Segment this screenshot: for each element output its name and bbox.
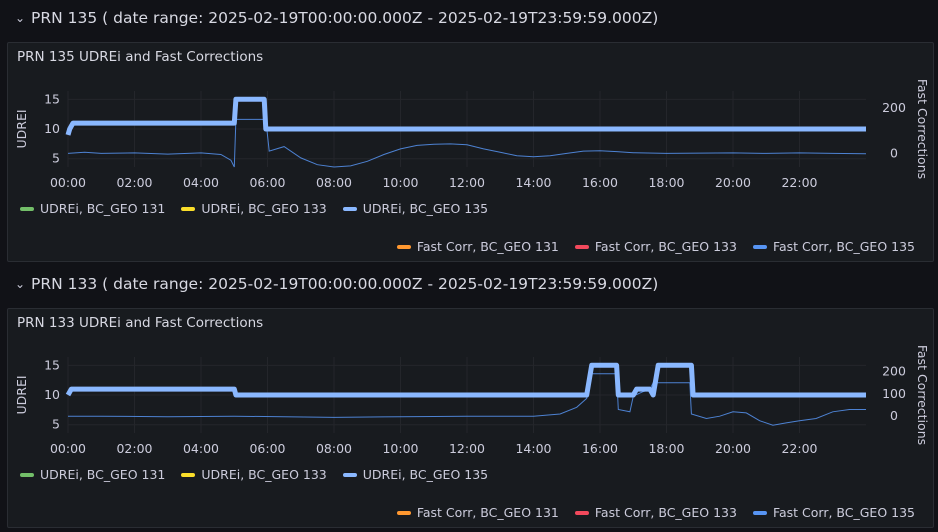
y-tick-label: 5	[52, 417, 60, 432]
x-tick-label: 06:00	[249, 441, 285, 456]
x-tick-label: 08:00	[316, 175, 352, 190]
chevron-down-icon: ⌄	[14, 11, 26, 25]
y2-tick-label: 0	[890, 408, 898, 423]
y2-tick-label: 200	[882, 100, 906, 115]
x-tick-label: 08:00	[316, 441, 352, 456]
legend-item-udrei-131[interactable]: UDREi, BC_GEO 131	[20, 467, 165, 482]
x-tick-label: 22:00	[781, 175, 817, 190]
legend-item-udrei-133[interactable]: UDREi, BC_GEO 133	[181, 201, 327, 216]
row-title: PRN 135 ( date range: 2025-02-19T00:00:0…	[31, 9, 659, 27]
x-tick-label: 18:00	[648, 175, 684, 190]
legend-item-udrei-135[interactable]: UDREi, BC_GEO 135	[342, 467, 488, 482]
x-tick-label: 02:00	[116, 175, 152, 190]
chevron-down-icon: ⌄	[14, 277, 26, 291]
panel-prn135[interactable]: PRN 135 UDREi and Fast Corrections 00:00…	[7, 42, 934, 262]
x-tick-label: 22:00	[781, 441, 817, 456]
row-header-prn133[interactable]: ⌄ PRN 133 ( date range: 2025-02-19T00:00…	[0, 270, 658, 298]
legend-swatch	[752, 244, 767, 249]
x-tick-label: 20:00	[715, 175, 751, 190]
legend-udrei: UDREi, BC_GEO 131 UDREi, BC_GEO 133 UDRE…	[20, 467, 488, 482]
y-tick-label: 10	[44, 387, 60, 402]
x-tick-label: 10:00	[382, 175, 418, 190]
legend-swatch	[342, 472, 357, 477]
legend-item-udrei-131[interactable]: UDREi, BC_GEO 131	[20, 201, 165, 216]
x-tick-label: 12:00	[449, 175, 485, 190]
y-tick-label: 15	[44, 357, 60, 372]
x-tick-label: 04:00	[183, 175, 219, 190]
legend-item-fc-133[interactable]: Fast Corr, BC_GEO 133	[574, 239, 737, 254]
legend-swatch	[181, 206, 196, 211]
legend-item-fc-131[interactable]: Fast Corr, BC_GEO 131	[396, 239, 559, 254]
y-tick-label: 15	[44, 91, 60, 106]
row-header-prn135[interactable]: ⌄ PRN 135 ( date range: 2025-02-19T00:00…	[0, 4, 658, 32]
x-tick-label: 02:00	[116, 441, 152, 456]
legend-item-udrei-135[interactable]: UDREi, BC_GEO 135	[342, 201, 488, 216]
legend-item-fc-135[interactable]: Fast Corr, BC_GEO 135	[752, 505, 915, 520]
legend-swatch	[20, 206, 34, 211]
y2-tick-label: 200	[882, 364, 906, 379]
legend-item-fc-133[interactable]: Fast Corr, BC_GEO 133	[574, 505, 737, 520]
panel-prn133[interactable]: PRN 133 UDREi and Fast Corrections 00:00…	[7, 308, 934, 528]
y-axis-label: UDREI	[14, 109, 29, 148]
x-tick-label: 16:00	[582, 175, 618, 190]
x-tick-label: 14:00	[515, 175, 551, 190]
x-tick-label: 14:00	[515, 441, 551, 456]
y2-tick-label: 100	[882, 386, 906, 401]
legend-swatch	[574, 244, 589, 249]
x-tick-label: 00:00	[50, 441, 86, 456]
y2-axis-label: Fast Corrections	[915, 79, 930, 179]
legend-swatch	[181, 472, 196, 477]
legend-swatch	[20, 472, 34, 477]
row-title: PRN 133 ( date range: 2025-02-19T00:00:0…	[31, 275, 659, 293]
legend-item-fc-135[interactable]: Fast Corr, BC_GEO 135	[752, 239, 915, 254]
legend-item-fc-131[interactable]: Fast Corr, BC_GEO 131	[396, 505, 559, 520]
x-tick-label: 00:00	[50, 175, 86, 190]
legend-swatch	[574, 510, 589, 515]
x-tick-label: 18:00	[648, 441, 684, 456]
legend-swatch	[396, 510, 411, 515]
legend-swatch	[342, 206, 357, 211]
y2-axis-label: Fast Corrections	[915, 345, 930, 445]
chart-prn135[interactable]: 00:00 02:00 04:00 06:00 08:00 10:00 12:00 14:00…	[8, 43, 935, 263]
x-tick-label: 06:00	[249, 175, 285, 190]
legend-swatch	[396, 244, 411, 249]
y2-tick-label: 0	[890, 145, 898, 160]
y-tick-label: 10	[44, 121, 60, 136]
x-tick-label: 16:00	[582, 441, 618, 456]
legend-item-udrei-133[interactable]: UDREi, BC_GEO 133	[181, 467, 327, 482]
legend-udrei: UDREi, BC_GEO 131 UDREi, BC_GEO 133 UDRE…	[20, 201, 488, 216]
x-tick-label: 20:00	[715, 441, 751, 456]
x-tick-label: 04:00	[183, 441, 219, 456]
y-axis-label: UDREI	[14, 375, 29, 414]
x-tick-label: 10:00	[382, 441, 418, 456]
legend-fast-corr: Fast Corr, BC_GEO 131 Fast Corr, BC_GEO …	[396, 239, 915, 254]
legend-fast-corr: Fast Corr, BC_GEO 131 Fast Corr, BC_GEO …	[396, 505, 915, 520]
x-tick-label: 12:00	[449, 441, 485, 456]
chart-prn133[interactable]: 00:00 02:00 04:00 06:00 08:00 10:00 12:00 14:00…	[8, 309, 935, 529]
y-tick-label: 5	[52, 151, 60, 166]
legend-swatch	[752, 510, 767, 515]
